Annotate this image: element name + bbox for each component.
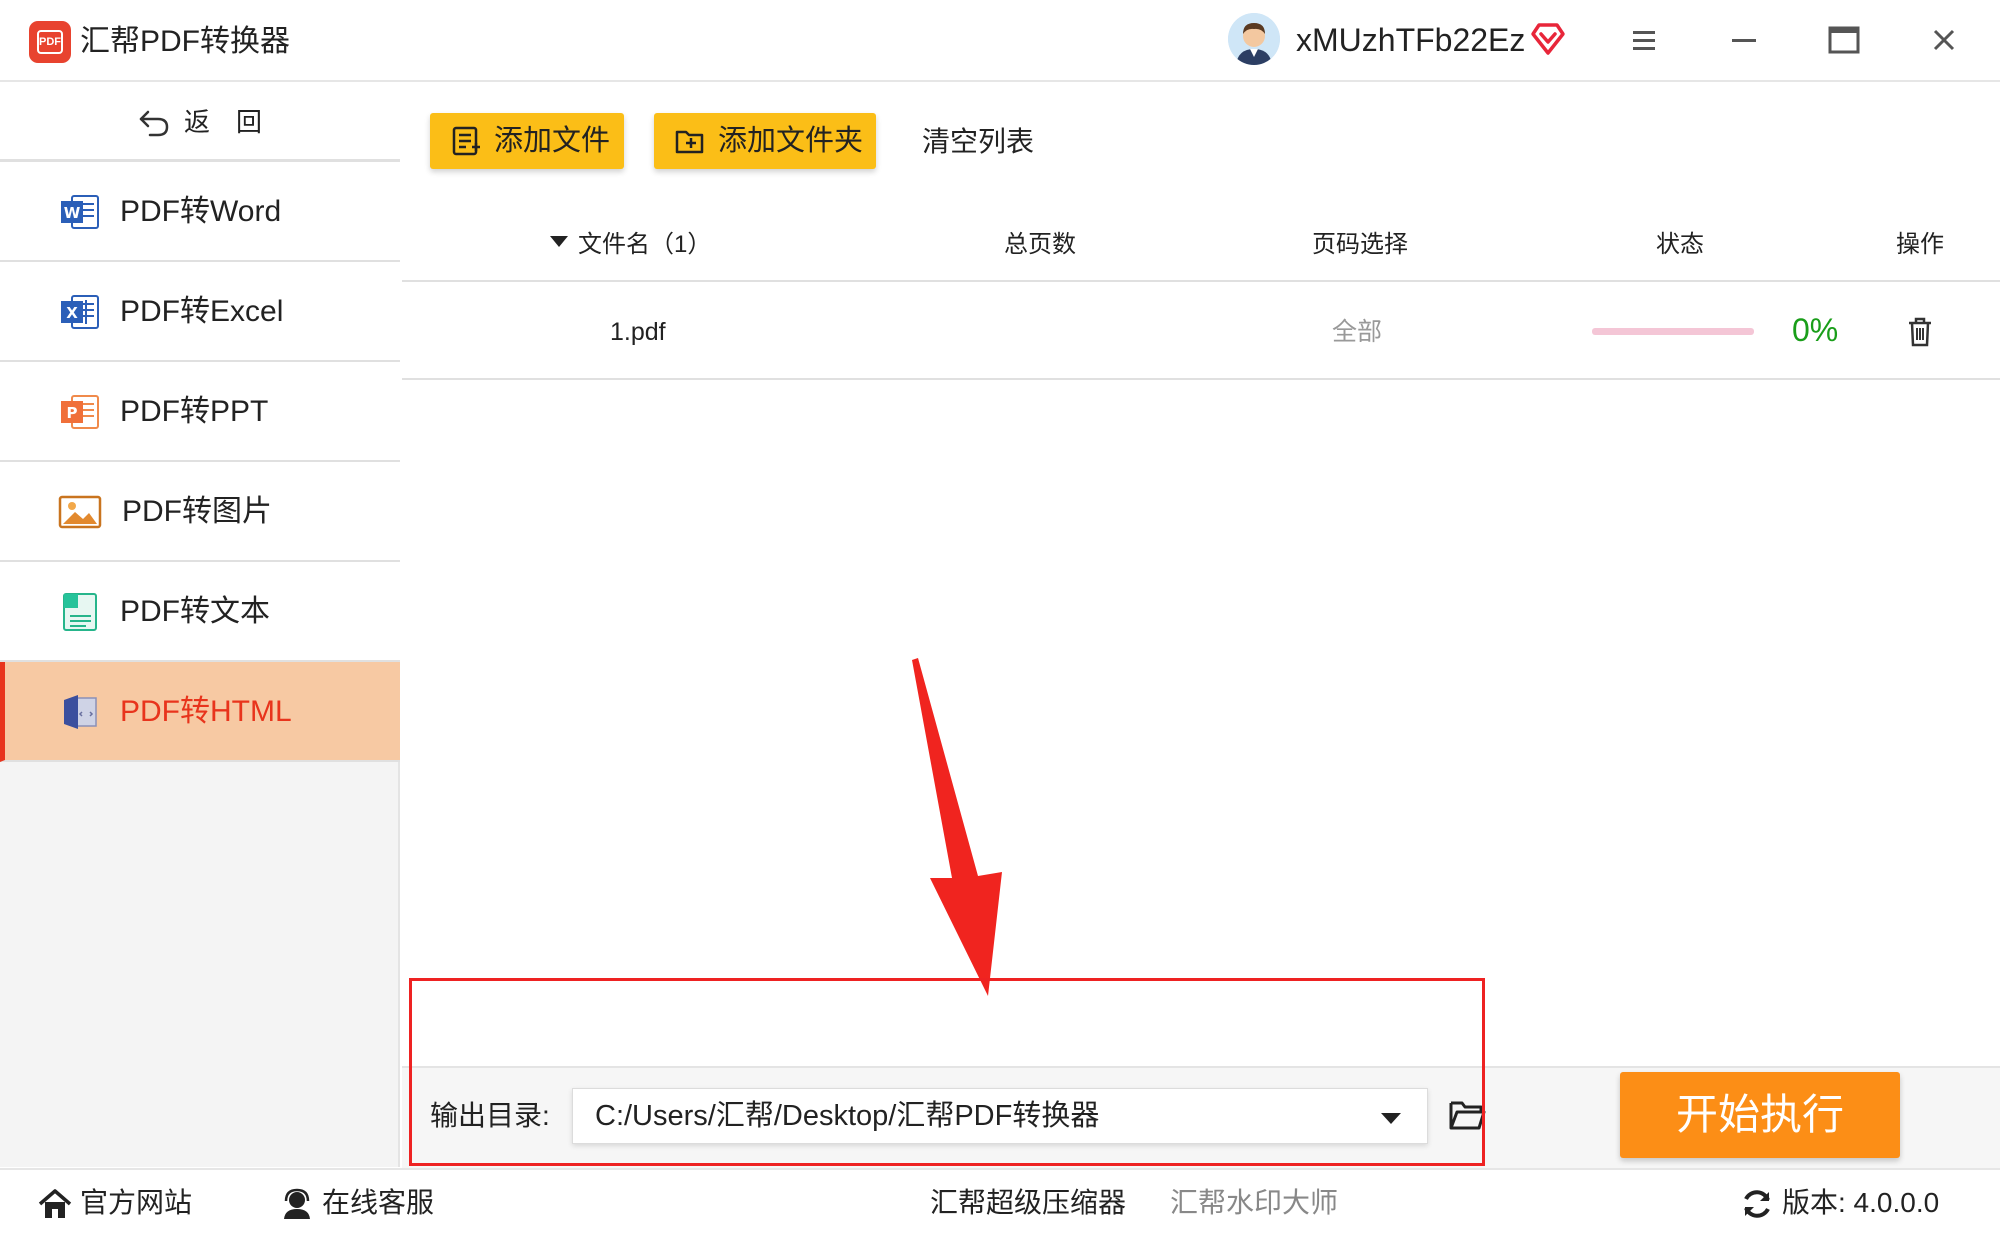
ppt-icon: P [61,395,99,429]
start-button[interactable]: 开始执行 [1620,1072,1900,1158]
home-icon [38,1189,72,1218]
add-file-label: 添加文件 [494,125,611,157]
minimize-icon[interactable] [1722,18,1766,62]
sidebar-item-label: PDF转PPT [120,395,269,428]
compressor-link[interactable]: 汇帮超级压缩器 [930,1184,1126,1222]
sidebar-item-pdf-to-html[interactable]: PDF转HTML [0,662,400,762]
annotation-highlight-box [409,978,1485,1166]
customer-service-icon [284,1188,310,1219]
close-icon[interactable] [1922,18,1966,62]
page-select-dropdown[interactable]: 全部 [1332,314,1382,350]
svg-text:W: W [64,204,81,222]
column-header-action: 操作 [1896,231,1944,258]
sidebar-item-pdf-to-image[interactable]: PDF转图片 [0,462,400,562]
sidebar-item-label: PDF转Word [120,195,282,228]
image-icon [58,495,102,529]
conversion-progress-bar [1592,328,1754,335]
add-file-icon [452,126,480,156]
official-website-link[interactable]: 官方网站 [80,1184,192,1222]
text-icon [63,593,97,631]
username[interactable]: xMUzhTFb22Ez [1296,18,1525,62]
footer: 官方网站 在线客服 汇帮超级压缩器 汇帮水印大师 版本: 4.0.0.0 [0,1168,2000,1234]
column-header-page-select: 页码选择 [1312,231,1408,258]
menu-icon[interactable] [1622,18,1666,62]
title-bar: PDF 汇帮PDF转换器 xMUzhTFb22Ez [0,0,2000,82]
html-icon [64,695,97,729]
user-avatar[interactable] [1228,13,1280,65]
word-icon: W [61,195,99,229]
add-file-button[interactable]: 添加文件 [430,113,624,169]
add-folder-label: 添加文件夹 [718,125,864,157]
trash-icon[interactable] [1906,316,1934,348]
sidebar: 返回 W PDF转Word X PDF转Excel P PDF转PPT PDF转… [0,82,400,1167]
app-logo-icon: PDF [29,21,71,63]
clear-list-button[interactable]: 清空列表 [922,124,1034,160]
svg-text:P: P [67,404,78,422]
sidebar-item-pdf-to-excel[interactable]: X PDF转Excel [0,262,400,362]
progress-percent: 0% [1792,312,1839,348]
annotation-arrow [912,658,1002,996]
sidebar-item-pdf-to-ppt[interactable]: P PDF转PPT [0,362,400,462]
svg-text:X: X [66,304,78,322]
app-title: 汇帮PDF转换器 [80,25,290,58]
back-button[interactable]: 返回 [0,82,400,162]
row-filename: 1.pdf [610,318,666,346]
sidebar-item-pdf-to-text[interactable]: PDF转文本 [0,562,400,662]
app-logo-text: PDF [37,30,63,54]
sidebar-item-label: PDF转文本 [120,595,270,628]
maximize-icon[interactable] [1822,18,1866,62]
sort-caret-icon[interactable] [550,236,568,247]
add-folder-icon [675,130,704,154]
add-folder-button[interactable]: 添加文件夹 [654,113,876,169]
back-label: 返回 [184,107,289,137]
excel-icon: X [61,295,99,329]
back-arrow-icon [139,110,169,137]
sidebar-item-pdf-to-word[interactable]: W PDF转Word [0,162,400,262]
column-header-filename[interactable]: 文件名（1） [578,228,711,262]
watermark-link[interactable]: 汇帮水印大师 [1170,1184,1338,1222]
sidebar-item-label: PDF转Excel [120,295,284,328]
column-header-pages: 总页数 [1004,231,1076,258]
vip-diamond-icon[interactable] [1530,20,1566,56]
version-label: 版本: 4.0.0.0 [1782,1187,1940,1218]
online-support-link[interactable]: 在线客服 [322,1184,434,1222]
sidebar-item-label: PDF转HTML [120,695,292,728]
sidebar-item-label: PDF转图片 [122,495,272,528]
refresh-icon[interactable] [1740,1188,1774,1220]
column-header-status: 状态 [1656,231,1704,258]
